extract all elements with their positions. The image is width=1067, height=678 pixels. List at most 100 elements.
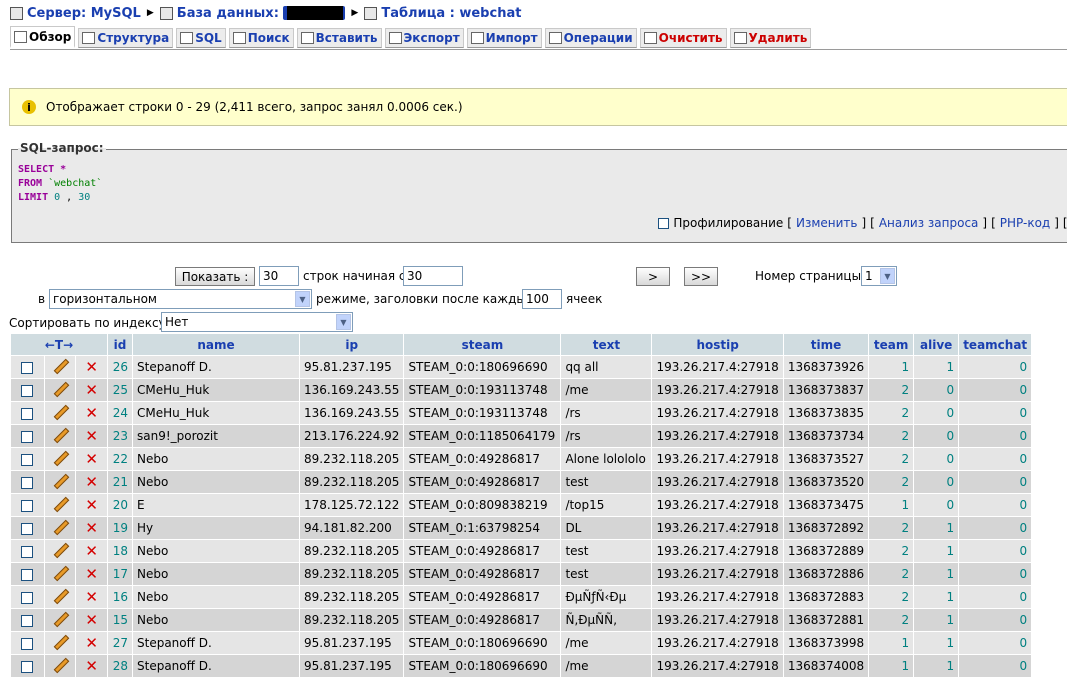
delete-icon[interactable]: ✕ [85, 542, 98, 560]
page-number-select[interactable]: 1 ▼ [861, 266, 897, 286]
php-code-link[interactable]: PHP-код [1000, 216, 1050, 230]
pencil-icon[interactable] [53, 612, 67, 626]
cell-steam: STEAM_0:0:49286817 [404, 471, 561, 493]
cell-name: Nebo [133, 609, 299, 631]
tab-export[interactable]: Экспорт [384, 28, 464, 48]
cell-teamchat: 0 [959, 563, 1032, 585]
rows-count-input[interactable]: 30 [259, 266, 299, 286]
row-select-cell [11, 517, 44, 539]
mode-label: режиме, заголовки после каждых [316, 292, 533, 306]
row-checkbox[interactable] [21, 522, 34, 535]
pencil-icon[interactable] [53, 543, 67, 557]
tab-drop[interactable]: Удалить [729, 28, 812, 48]
pencil-icon[interactable] [53, 566, 67, 580]
delete-icon[interactable]: ✕ [85, 358, 98, 376]
column-resize-handle[interactable]: ←T→ [11, 334, 107, 355]
delete-icon[interactable]: ✕ [85, 473, 98, 491]
start-row-input[interactable]: 30 [403, 266, 463, 286]
column-header-ip[interactable]: ip [300, 334, 404, 355]
sort-index-select[interactable]: Нет ▼ [161, 312, 353, 332]
row-checkbox[interactable] [21, 499, 34, 512]
cell-text: test [561, 471, 652, 493]
pencil-icon[interactable] [53, 428, 67, 442]
cell-team: 2 [869, 448, 914, 470]
pencil-icon[interactable] [53, 520, 67, 534]
row-checkbox[interactable] [21, 637, 34, 650]
row-edit-cell [44, 494, 76, 516]
cell-alive: 1 [914, 655, 959, 677]
delete-icon[interactable]: ✕ [85, 496, 98, 514]
row-checkbox[interactable] [21, 453, 34, 466]
pencil-icon[interactable] [53, 589, 67, 603]
column-header-text[interactable]: text [561, 334, 652, 355]
delete-icon[interactable]: ✕ [85, 404, 98, 422]
cell-alive: 1 [914, 632, 959, 654]
delete-icon[interactable]: ✕ [85, 657, 98, 675]
row-edit-cell [44, 563, 76, 585]
row-delete-cell: ✕ [76, 356, 107, 378]
delete-icon[interactable]: ✕ [85, 519, 98, 537]
delete-icon[interactable]: ✕ [85, 427, 98, 445]
row-select-cell [11, 609, 44, 631]
row-checkbox[interactable] [21, 361, 34, 374]
tab-import[interactable]: Импорт [466, 28, 542, 48]
breadcrumb-arrow-icon: ▶ [351, 8, 359, 18]
edit-query-link[interactable]: Изменить [796, 216, 858, 230]
tab-operations[interactable]: Операции [544, 28, 637, 48]
tab-empty[interactable]: Очистить [639, 28, 727, 48]
cell-team: 2 [869, 586, 914, 608]
column-header-alive[interactable]: alive [914, 334, 959, 355]
row-checkbox[interactable] [21, 545, 34, 558]
pencil-icon[interactable] [53, 405, 67, 419]
tab-sql[interactable]: SQL [176, 28, 226, 48]
pencil-icon[interactable] [53, 635, 67, 649]
pencil-icon[interactable] [53, 359, 67, 373]
cell-time: 1368373926 [783, 356, 869, 378]
last-page-button[interactable]: >> [684, 267, 718, 286]
tab-structure[interactable]: Структура [78, 28, 174, 48]
row-select-cell [11, 586, 44, 608]
table-row: ✕ 23 san9!_porozit 213.176.224.92 STEAM_0:0:… [11, 425, 1032, 447]
delete-icon[interactable]: ✕ [85, 634, 98, 652]
row-checkbox[interactable] [21, 614, 34, 627]
delete-icon[interactable]: ✕ [85, 450, 98, 468]
server-link[interactable]: Сервер: MySQL [10, 6, 141, 21]
column-header-team[interactable]: team [869, 334, 914, 355]
column-header-name[interactable]: name [133, 334, 299, 355]
row-checkbox[interactable] [21, 430, 34, 443]
delete-icon[interactable]: ✕ [85, 588, 98, 606]
delete-icon[interactable]: ✕ [85, 565, 98, 583]
row-checkbox[interactable] [21, 384, 34, 397]
column-header-teamchat[interactable]: teamchat [959, 334, 1032, 355]
profiling-checkbox[interactable] [658, 217, 670, 229]
tab-search[interactable]: Поиск [228, 28, 294, 48]
row-checkbox[interactable] [21, 476, 34, 489]
pencil-icon[interactable] [53, 658, 67, 672]
pencil-icon[interactable] [53, 382, 67, 396]
cell-id: 25 [108, 379, 132, 401]
cell-team: 2 [869, 471, 914, 493]
cell-text: /me [561, 379, 652, 401]
pencil-icon[interactable] [53, 474, 67, 488]
table-link[interactable]: Таблица : webchat [364, 6, 521, 21]
database-link[interactable]: База данных: [159, 6, 346, 21]
tab-insert[interactable]: Вставить [296, 28, 382, 48]
row-edit-cell [44, 471, 76, 493]
tab-browse[interactable]: Обзор [10, 26, 76, 48]
delete-icon[interactable]: ✕ [85, 611, 98, 629]
column-header-time[interactable]: time [783, 334, 869, 355]
show-button[interactable]: Показать : [175, 267, 255, 286]
delete-icon[interactable]: ✕ [85, 381, 98, 399]
repeat-headers-input[interactable]: 100 [522, 289, 562, 309]
row-checkbox[interactable] [21, 568, 34, 581]
pencil-icon[interactable] [53, 497, 67, 511]
display-mode-select[interactable]: горизонтальном ▼ [49, 289, 312, 309]
row-checkbox[interactable] [21, 407, 34, 420]
explain-query-link[interactable]: Анализ запроса [879, 216, 979, 230]
pencil-icon[interactable] [53, 451, 67, 465]
column-header-id[interactable]: id [108, 334, 132, 355]
next-page-button[interactable]: > [636, 267, 670, 286]
column-header-hostip[interactable]: hostip [652, 334, 783, 355]
column-header-steam[interactable]: steam [404, 334, 561, 355]
row-checkbox[interactable] [21, 591, 34, 604]
